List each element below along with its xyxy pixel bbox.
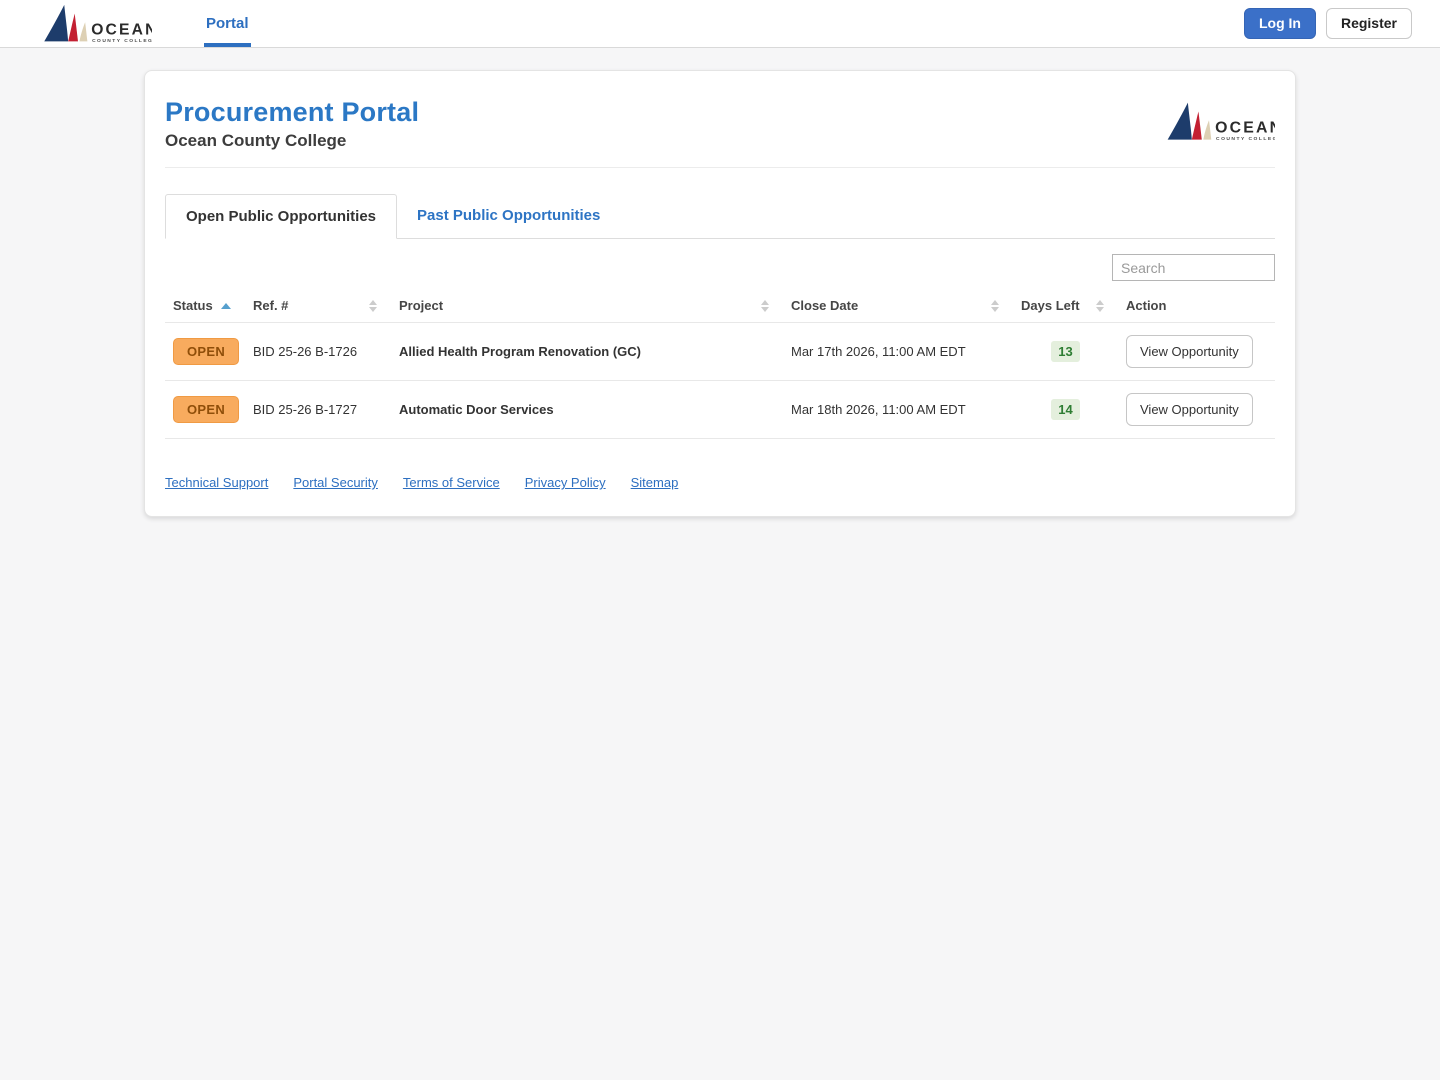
column-header-status[interactable]: Status (165, 290, 245, 323)
technical-support-link[interactable]: Technical Support (165, 475, 268, 490)
procurement-portal-card: Procurement Portal Ocean County College … (144, 70, 1296, 517)
table-row: OPEN BID 25-26 B-1727 Automatic Door Ser… (165, 380, 1275, 439)
card-logo-county-college-text: COUNTY COLLEGE (1216, 136, 1275, 142)
days-left-cell: 14 (1013, 380, 1118, 439)
column-header-action: Action (1118, 290, 1275, 323)
header-divider (165, 167, 1275, 168)
project-cell: Automatic Door Services (391, 380, 783, 439)
days-left-badge: 14 (1051, 399, 1080, 420)
column-label-close-date: Close Date (791, 298, 859, 313)
page-title: Procurement Portal (165, 97, 420, 127)
sort-ascending-icon (221, 302, 231, 309)
days-left-cell: 13 (1013, 322, 1118, 381)
action-cell: View Opportunity (1118, 380, 1275, 439)
sitemap-link[interactable]: Sitemap (631, 475, 679, 490)
project-cell: Allied Health Program Renovation (GC) (391, 322, 783, 381)
footer-links: Technical Support Portal Security Terms … (165, 475, 1275, 490)
table-row: OPEN BID 25-26 B-1726 Allied Health Prog… (165, 322, 1275, 381)
column-header-close-date[interactable]: Close Date (783, 290, 1013, 323)
column-header-project[interactable]: Project (391, 290, 783, 323)
register-button[interactable]: Register (1325, 8, 1412, 39)
status-cell: OPEN (165, 380, 245, 439)
ref-cell: BID 25-26 B-1726 (245, 322, 391, 381)
portal-security-link[interactable]: Portal Security (293, 475, 378, 490)
column-label-status: Status (173, 298, 213, 313)
status-badge-open: OPEN (173, 396, 240, 423)
view-opportunity-button[interactable]: View Opportunity (1126, 335, 1253, 368)
status-cell: OPEN (165, 322, 245, 381)
sort-both-icon (991, 299, 999, 312)
status-badge-open: OPEN (173, 338, 240, 365)
action-cell: View Opportunity (1118, 322, 1275, 381)
opportunities-tabs: Open Public Opportunities Past Public Op… (165, 194, 1275, 239)
column-header-ref[interactable]: Ref. # (245, 290, 391, 323)
column-label-project: Project (399, 298, 444, 313)
sailboat-logo-icon: OCEAN COUNTY COLLEGE (44, 4, 152, 43)
sort-both-icon (761, 299, 769, 312)
title-block: Procurement Portal Ocean County College (165, 97, 419, 151)
terms-of-service-link[interactable]: Terms of Service (403, 475, 500, 490)
card-logo-ocean-text: OCEAN (1215, 120, 1275, 137)
card-sailboat-logo-icon: OCEAN COUNTY COLLEGE (1167, 102, 1275, 142)
sort-both-icon (1096, 299, 1104, 312)
page-subtitle: Ocean County College (165, 131, 347, 150)
login-button[interactable]: Log In (1243, 8, 1316, 39)
ocean-county-college-logo[interactable]: OCEAN COUNTY COLLEGE (40, 0, 152, 47)
auth-actions: Log In Register (1243, 0, 1412, 47)
tab-open-public-opportunities[interactable]: Open Public Opportunities (165, 194, 398, 239)
opportunities-table: Status Ref. # Project Close Date Days Le… (165, 290, 1275, 439)
column-label-ref: Ref. # (253, 298, 289, 313)
ref-cell: BID 25-26 B-1727 (245, 380, 391, 439)
view-opportunity-button[interactable]: View Opportunity (1126, 393, 1253, 426)
column-label-action: Action (1126, 298, 1167, 313)
privacy-policy-link[interactable]: Privacy Policy (525, 475, 606, 490)
table-header-row: Status Ref. # Project Close Date Days Le… (165, 290, 1275, 323)
nav-portal-link[interactable]: Portal (204, 0, 251, 47)
search-input[interactable] (1112, 254, 1275, 281)
logo-ocean-text: OCEAN (91, 21, 152, 38)
search-row (165, 254, 1275, 281)
sort-both-icon (369, 299, 377, 312)
card-header: Procurement Portal Ocean County College … (165, 97, 1275, 151)
close-date-cell: Mar 17th 2026, 11:00 AM EDT (783, 322, 1013, 381)
logo-county-college-text: COUNTY COLLEGE (92, 37, 152, 43)
close-date-cell: Mar 18th 2026, 11:00 AM EDT (783, 380, 1013, 439)
tab-past-public-opportunities[interactable]: Past Public Opportunities (397, 194, 620, 238)
column-label-days-left: Days Left (1021, 298, 1080, 313)
top-navigation-bar: OCEAN COUNTY COLLEGE Portal Log In Regis… (0, 0, 1440, 48)
days-left-badge: 13 (1051, 341, 1080, 362)
column-header-days-left[interactable]: Days Left (1013, 290, 1118, 323)
